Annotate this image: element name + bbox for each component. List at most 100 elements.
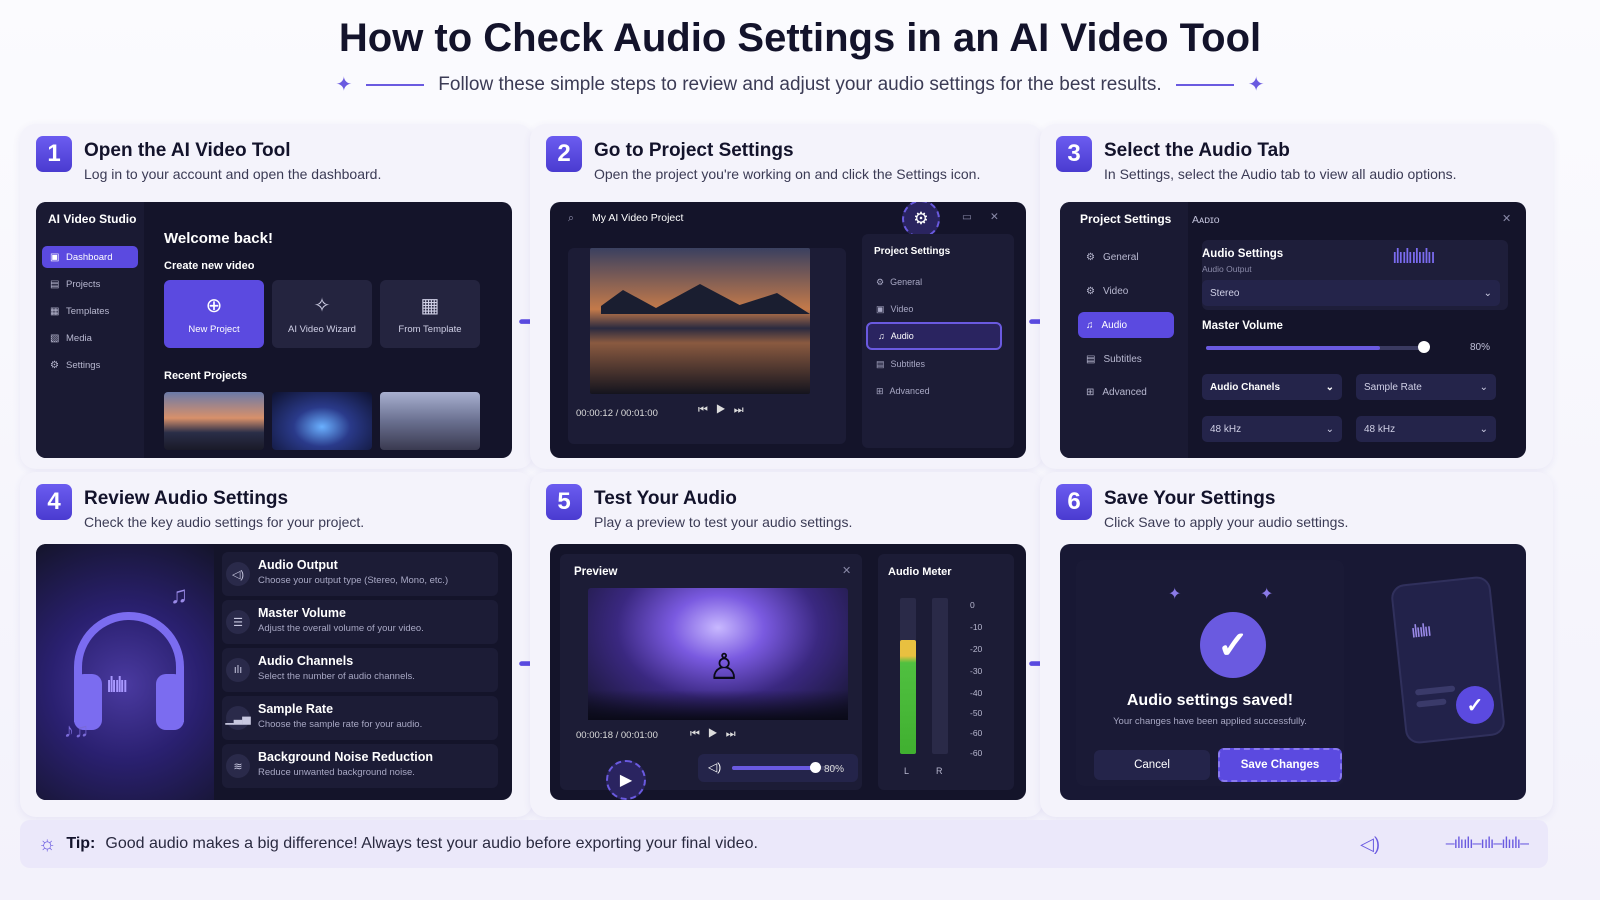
close-icon[interactable]: ✕ [990, 211, 999, 223]
channels-value-select[interactable]: 48 kHz ⌄ [1202, 416, 1342, 442]
video-player: 00:00:12 / 00:01:00 ⏮▶⏭ [568, 248, 846, 444]
playback-controls[interactable]: ⏮▶⏭ [698, 404, 752, 417]
tile-label: New Project [188, 324, 240, 335]
sidebar-item-dashboard[interactable]: ▣ Dashboard [42, 246, 138, 268]
settings-item-advanced[interactable]: ⊞ Advanced [866, 379, 1002, 403]
setting-row-sample-rate[interactable]: ▁▃▅ Sample Rate Choose the sample rate for… [222, 696, 498, 740]
sample-rate-value-select[interactable]: 48 kHz ⌄ [1356, 416, 1496, 442]
settings-header: Project Settings [1080, 212, 1172, 226]
timecode: 00:00:18 / 00:01:00 [576, 730, 658, 741]
sidebar-item-settings[interactable]: ⚙ Settings [42, 354, 138, 376]
save-panel: ✦ ✦ ✓ Audio settings saved! Your changes… [1060, 544, 1526, 800]
close-icon[interactable]: ✕ [1502, 212, 1511, 225]
settings-item-subtitles[interactable]: ▤ Subtitles [866, 352, 1002, 376]
sidebar-item-templates[interactable]: ▦ Templates [42, 300, 138, 322]
db-tick: 0 [970, 600, 975, 610]
audio-meter-label: Audio Meter [888, 566, 952, 578]
settings-item-video[interactable]: ▣ Video [866, 297, 1002, 321]
step-card-5: 5 Test Your Audio Play a preview to test… [530, 472, 1043, 817]
gear-icon: ⚙ [1086, 251, 1095, 263]
checkmark-icon: ✓ [1200, 612, 1266, 678]
channel-label-right: R [936, 766, 943, 776]
page-title: How to Check Audio Settings in an AI Vid… [338, 16, 1262, 60]
select-label: Audio Chanels [1210, 381, 1281, 393]
sidebar-item-label: Templates [66, 305, 110, 317]
row-description: Choose your output type (Stereo, Mono, e… [258, 575, 449, 586]
master-volume-slider[interactable] [1206, 346, 1424, 350]
row-description: Select the number of audio channels. [258, 671, 415, 682]
volume-value: 80% [824, 764, 845, 775]
settings-item-general[interactable]: ⚙ General [1078, 244, 1174, 270]
step-title: Test Your Audio [594, 488, 737, 509]
tip-label: Tip: [66, 835, 96, 852]
tip-bar: ☼ Tip: Good audio makes a big difference… [20, 820, 1548, 868]
settings-item-subtitles[interactable]: ▤ Subtitles [1078, 346, 1174, 372]
settings-item-video[interactable]: ⚙ Video [1078, 278, 1174, 304]
new-project-button[interactable]: ⊕ New Project [164, 280, 264, 348]
settings-item-label: Advanced [889, 386, 930, 396]
slider-fill [1206, 346, 1381, 350]
app-brand: AI Video Studio [48, 212, 137, 226]
play-button[interactable]: ▶ [606, 760, 646, 800]
ai-video-wizard-button[interactable]: ✧ AI Video Wizard [272, 280, 372, 348]
phone-illustration: ılıılıı [1389, 575, 1507, 745]
plus-icon: ⊕ [205, 295, 223, 317]
success-dialog: ✦ ✦ ✓ Audio settings saved! Your changes… [1076, 560, 1344, 786]
sample-rate-select[interactable]: Sample Rate ⌄ [1356, 374, 1496, 400]
phone-bar [1414, 685, 1456, 696]
setting-row-audio-channels[interactable]: ılı Audio Channels Select the number of au… [222, 648, 498, 692]
gear-icon: ⚙ [913, 209, 929, 228]
music-note-icon: ♫ [878, 331, 885, 341]
db-tick: -50 [970, 708, 983, 718]
step-title: Review Audio Settings [84, 488, 289, 509]
gear-icon: ⚙ [50, 359, 59, 371]
video-icon: ⚙ [1086, 285, 1095, 297]
project-thumbnail[interactable] [380, 392, 480, 450]
video-frame [590, 248, 810, 394]
step-title: Save Your Settings [1104, 488, 1276, 509]
audio-channels-select[interactable]: Audio Chanels ⌄ [1202, 374, 1342, 400]
project-thumbnail[interactable] [272, 392, 372, 450]
volume-handle[interactable] [810, 762, 822, 773]
meter-bar-right [932, 598, 948, 754]
volume-fill [732, 766, 816, 770]
setting-row-audio-output[interactable]: ◁) Audio Output Choose your output type (S… [222, 552, 498, 596]
step-description: Click Save to apply your audio settings. [1104, 514, 1349, 530]
template-icon: ▦ [50, 305, 60, 317]
settings-item-audio[interactable]: ♫ Audio [866, 322, 1002, 350]
step-number: 5 [546, 484, 582, 520]
from-template-button[interactable]: ▦ From Template [380, 280, 480, 348]
settings-item-advanced[interactable]: ⊞ Advanced [1078, 379, 1174, 405]
step-number: 4 [36, 484, 72, 520]
sidebar-item-media[interactable]: ▧ Media [42, 327, 138, 349]
sidebar: AI Video Studio ▣ Dashboard ▤ Projects ▦ Te… [36, 202, 144, 458]
advanced-icon: ⊞ [876, 385, 884, 396]
timecode: 00:00:12 / 00:01:00 [576, 408, 658, 419]
sidebar-item-projects[interactable]: ▤ Projects [42, 273, 138, 295]
settings-title: Project Settings [874, 246, 951, 257]
search-icon[interactable]: ⌕ [568, 212, 574, 225]
project-thumbnail[interactable] [164, 392, 264, 450]
video-icon: ▣ [876, 303, 885, 314]
setting-row-master-volume[interactable]: ☰ Master Volume Adjust the overall volume … [222, 600, 498, 644]
step-card-3: 3 Select the Audio Tab In Settings, sele… [1040, 124, 1553, 469]
welcome-heading: Welcome back! [164, 230, 273, 247]
settings-item-general[interactable]: ⚙ General [866, 270, 1002, 294]
row-description: Adjust the overall volume of your video. [258, 623, 424, 634]
setting-row-noise-reduction[interactable]: ≋ Background Noise Reduction Reduce unwant… [222, 744, 498, 788]
slider-handle[interactable] [1418, 341, 1431, 353]
row-title: Master Volume [258, 606, 346, 620]
chevron-down-icon: ⌄ [1325, 423, 1334, 435]
close-icon[interactable]: ✕ [842, 564, 851, 577]
playback-controls[interactable]: ⏮▶⏭ [690, 728, 744, 741]
settings-item-audio[interactable]: ♫ Audio [1078, 312, 1174, 338]
audio-output-select[interactable]: Stereo ⌄ [1202, 280, 1500, 306]
save-changes-button[interactable]: Save Changes [1218, 748, 1342, 782]
settings-item-label: Video [1102, 285, 1129, 297]
window-icon[interactable]: ▭ [962, 211, 972, 223]
settings-item-label: General [1102, 251, 1139, 263]
waveform-icon: ılıılıı [1409, 619, 1431, 642]
cancel-button[interactable]: Cancel [1094, 750, 1210, 780]
review-panel: ılıılıı ♫ ♪♫ ◁) Audio Output Choose your o… [36, 544, 512, 800]
waveform-icon: –ılıılı–ıılı–ılıılı– [1445, 835, 1529, 852]
